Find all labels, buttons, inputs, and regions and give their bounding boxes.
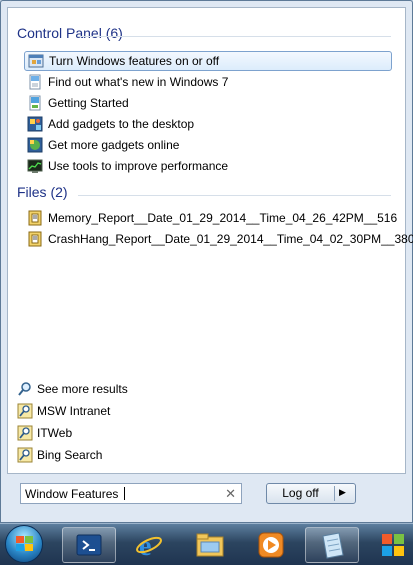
log-off-label: Log off: [282, 486, 319, 500]
result-item-label: Turn Windows features on or off: [49, 54, 220, 68]
taskbar-notepad[interactable]: [305, 527, 359, 563]
taskbar-internet-explorer[interactable]: e: [122, 527, 176, 563]
media-player-icon: [258, 532, 284, 558]
powershell-icon: [76, 534, 102, 556]
result-item-label: CrashHang_Report__Date_01_29_2014__Time_…: [48, 232, 413, 246]
windows-logo-icon: [16, 536, 34, 552]
control-panel-divider: [78, 36, 391, 37]
search-results-pane: Control Panel (6) Turn Windows features …: [7, 7, 413, 474]
bottom-link-label: ITWeb: [37, 426, 73, 440]
result-item-add-gadgets[interactable]: Add gadgets to the desktop: [24, 114, 392, 134]
performance-icon: [27, 158, 43, 174]
report-file-icon: [27, 231, 43, 247]
search-input[interactable]: [25, 486, 215, 501]
taskbar-windows-app[interactable]: [366, 527, 413, 563]
svg-text:e: e: [139, 531, 151, 560]
result-item-label: Memory_Report__Date_01_29_2014__Time_04_…: [48, 211, 398, 225]
windows-features-icon: [28, 53, 44, 69]
log-off-separator: [334, 486, 335, 501]
see-more-results-link[interactable]: See more results: [15, 379, 128, 399]
result-item-windows-features[interactable]: Turn Windows features on or off: [24, 51, 392, 71]
text-caret: [124, 487, 125, 500]
gadgets-icon: [27, 116, 43, 132]
taskbar-media-player[interactable]: [244, 527, 298, 563]
result-item-label: Use tools to improve performance: [48, 159, 229, 173]
taskbar-powershell[interactable]: [62, 527, 116, 563]
bing-search-link[interactable]: Bing Search: [15, 445, 102, 465]
search-connector-icon: [17, 403, 33, 419]
result-item-performance-tools[interactable]: Use tools to improve performance: [24, 156, 392, 176]
getting-started-icon: [27, 95, 43, 111]
result-item-label: Get more gadgets online: [48, 138, 180, 152]
internet-explorer-icon: e: [136, 531, 162, 560]
result-item-label: Add gadgets to the desktop: [48, 117, 195, 131]
power-options-arrow-icon[interactable]: ▶: [339, 487, 346, 498]
result-item-label: Getting Started: [48, 96, 129, 110]
document-icon: [27, 74, 43, 90]
report-file-icon: [27, 210, 43, 226]
bottom-link-label: See more results: [37, 382, 128, 396]
bottom-link-label: Bing Search: [37, 448, 103, 462]
gadgets-online-icon: [27, 137, 43, 153]
result-item-crashhang-report[interactable]: CrashHang_Report__Date_01_29_2014__Time_…: [24, 229, 413, 249]
search-connector-icon: [17, 447, 33, 463]
start-orb[interactable]: [5, 525, 43, 563]
notepad-icon: [322, 532, 344, 559]
search-connector-icon: [17, 425, 33, 441]
msw-intranet-link[interactable]: MSW Intranet: [15, 401, 110, 421]
taskbar: e: [0, 523, 413, 565]
result-item-more-gadgets[interactable]: Get more gadgets online: [24, 135, 392, 155]
start-menu: Control Panel (6) Turn Windows features …: [0, 0, 413, 523]
result-item-whats-new[interactable]: Find out what's new in Windows 7: [24, 72, 392, 92]
search-icon: [17, 381, 33, 397]
files-divider: [78, 195, 391, 196]
log-off-button[interactable]: Log off ▶: [266, 483, 356, 504]
clear-search-icon[interactable]: ✕: [225, 486, 236, 502]
search-box[interactable]: ✕: [20, 483, 242, 504]
windows-explorer-icon: [196, 533, 224, 557]
control-panel-header[interactable]: Control Panel (6): [17, 25, 123, 41]
result-item-label: Find out what's new in Windows 7: [48, 75, 229, 89]
files-header[interactable]: Files (2): [17, 184, 68, 200]
taskbar-windows-explorer[interactable]: [183, 527, 237, 563]
windows-logo-icon: [382, 534, 404, 556]
result-item-memory-report[interactable]: Memory_Report__Date_01_29_2014__Time_04_…: [24, 208, 397, 228]
bottom-link-label: MSW Intranet: [37, 404, 111, 418]
result-item-getting-started[interactable]: Getting Started: [24, 93, 392, 113]
itweb-link[interactable]: ITWeb: [15, 423, 72, 443]
